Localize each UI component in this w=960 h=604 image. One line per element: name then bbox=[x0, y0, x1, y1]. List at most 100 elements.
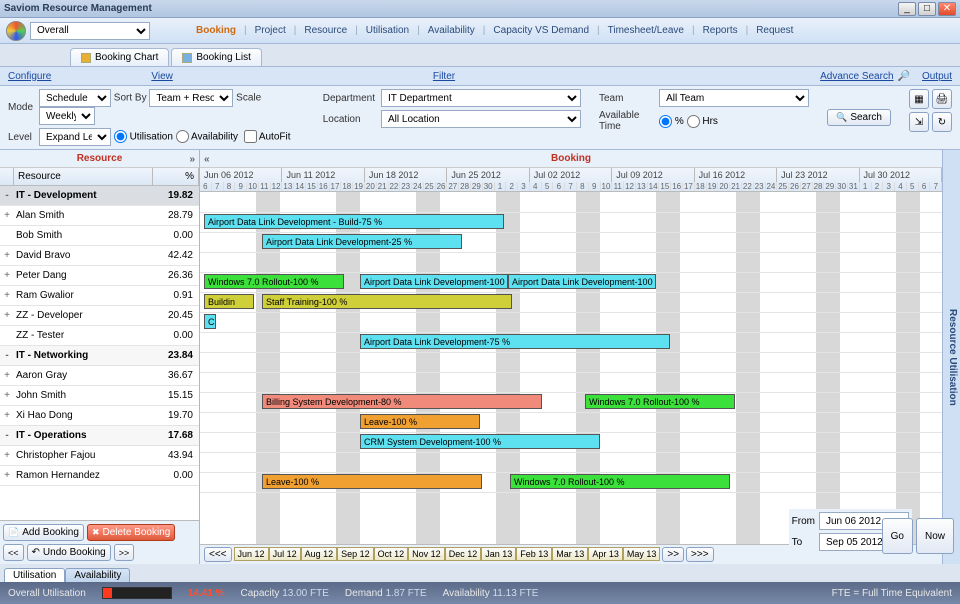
loc-select[interactable]: All Location bbox=[381, 110, 581, 128]
resource-row[interactable]: +Christopher Fajou43.94 bbox=[0, 446, 199, 466]
month-button[interactable]: Aug 12 bbox=[301, 547, 338, 561]
tab-utilisation[interactable]: Utilisation bbox=[4, 568, 65, 582]
close-button[interactable]: ✕ bbox=[938, 2, 956, 16]
adv-search-link[interactable]: Advance Search bbox=[820, 71, 893, 82]
team-select[interactable]: All Team bbox=[659, 89, 809, 107]
expand-icon[interactable]: + bbox=[0, 470, 14, 481]
delete-booking-button[interactable]: Delete Booking bbox=[87, 524, 175, 541]
nav-capacity-vs-demand[interactable]: Capacity VS Demand bbox=[485, 23, 597, 38]
expand-icon[interactable]: - bbox=[0, 190, 14, 201]
booking-bar[interactable]: Billing System Development-80 % bbox=[262, 394, 542, 409]
expand-icon[interactable]: + bbox=[0, 310, 14, 321]
dept-select[interactable]: IT Department bbox=[381, 89, 581, 107]
resource-row[interactable]: +Alan Smith28.79 bbox=[0, 206, 199, 226]
scroll-right-button[interactable]: >> bbox=[114, 544, 135, 561]
search-button[interactable]: Search bbox=[827, 109, 891, 126]
resource-row[interactable]: -IT - Development19.82 bbox=[0, 186, 199, 206]
minimize-button[interactable]: _ bbox=[898, 2, 916, 16]
export-excel-button[interactable]: ▦ bbox=[909, 89, 929, 109]
print-button[interactable]: 🖨 bbox=[932, 89, 952, 109]
resource-row[interactable]: +Peter Dang26.36 bbox=[0, 266, 199, 286]
booking-bar[interactable]: C bbox=[204, 314, 216, 329]
tab-booking-list[interactable]: Booking List bbox=[171, 48, 261, 66]
utilisation-radio[interactable] bbox=[114, 130, 127, 143]
booking-bar[interactable]: Windows 7.0 Rollout-100 % bbox=[585, 394, 735, 409]
nav-booking[interactable]: Booking bbox=[188, 23, 244, 38]
booking-bar[interactable]: Windows 7.0 Rollout-100 % bbox=[510, 474, 730, 489]
booking-bar[interactable]: Leave-100 % bbox=[360, 414, 480, 429]
sortby-select[interactable]: Team + Resource bbox=[149, 89, 233, 107]
month-button[interactable]: Mar 13 bbox=[552, 547, 588, 561]
undo-booking-button[interactable]: Undo Booking bbox=[27, 544, 111, 561]
add-booking-button[interactable]: 📄Add Booking bbox=[3, 524, 84, 541]
tab-availability[interactable]: Availability bbox=[65, 568, 130, 582]
expand-icon[interactable]: - bbox=[0, 430, 14, 441]
month-button[interactable]: Feb 13 bbox=[516, 547, 552, 561]
go-button[interactable]: Go bbox=[882, 518, 913, 554]
booking-bar[interactable]: Airport Data Link Development-100 bbox=[508, 274, 656, 289]
gantt-chart[interactable]: Airport Data Link Development - Build-75… bbox=[200, 192, 942, 544]
resource-row[interactable]: +Ramon Hernandez0.00 bbox=[0, 466, 199, 486]
booking-bar[interactable]: Leave-100 % bbox=[262, 474, 482, 489]
mode-select[interactable]: Schedule bbox=[39, 89, 111, 107]
export-button[interactable]: ⇲ bbox=[909, 112, 929, 132]
resource-row[interactable]: ZZ - Tester0.00 bbox=[0, 326, 199, 346]
nav-request[interactable]: Request bbox=[748, 23, 801, 38]
booking-bar[interactable]: Staff Training-100 % bbox=[262, 294, 512, 309]
col-resource[interactable]: Resource bbox=[14, 168, 153, 185]
months-last[interactable]: >>> bbox=[686, 547, 714, 562]
maximize-button[interactable]: □ bbox=[918, 2, 936, 16]
booking-bar[interactable]: Airport Data Link Development-75 % bbox=[360, 334, 670, 349]
expand-icon[interactable]: + bbox=[0, 390, 14, 401]
month-button[interactable]: Apr 13 bbox=[588, 547, 623, 561]
adv-search-icon[interactable]: 🔎 bbox=[898, 71, 910, 82]
output-link[interactable]: Output bbox=[922, 71, 952, 82]
booking-bar[interactable]: Airport Data Link Development-100 bbox=[360, 274, 508, 289]
nav-utilisation[interactable]: Utilisation bbox=[358, 23, 417, 38]
col-pct[interactable]: % bbox=[153, 168, 199, 185]
month-button[interactable]: Nov 12 bbox=[408, 547, 445, 561]
resource-row[interactable]: +Aaron Gray36.67 bbox=[0, 366, 199, 386]
month-button[interactable]: Dec 12 bbox=[445, 547, 482, 561]
nav-reports[interactable]: Reports bbox=[695, 23, 746, 38]
expand-icon[interactable]: + bbox=[0, 210, 14, 221]
months-next[interactable]: >> bbox=[662, 547, 684, 562]
filter-link[interactable]: Filter bbox=[433, 71, 455, 82]
resource-row[interactable]: +Xi Hao Dong19.70 bbox=[0, 406, 199, 426]
expand-icon[interactable]: - bbox=[0, 350, 14, 361]
resource-row[interactable]: +David Bravo42.42 bbox=[0, 246, 199, 266]
side-tab-resource-utilisation[interactable]: Resource Utilisation bbox=[942, 150, 960, 564]
month-button[interactable]: Jan 13 bbox=[481, 547, 516, 561]
months-first[interactable]: <<< bbox=[204, 547, 232, 562]
booking-bar[interactable]: Airport Data Link Development - Build-75… bbox=[204, 214, 504, 229]
expand-icon[interactable]: + bbox=[0, 410, 14, 421]
nav-project[interactable]: Project bbox=[247, 23, 294, 38]
booking-bar[interactable]: Buildin bbox=[204, 294, 254, 309]
resource-row[interactable]: -IT - Networking23.84 bbox=[0, 346, 199, 366]
collapse-icon[interactable]: » bbox=[189, 154, 195, 165]
configure-link[interactable]: Configure bbox=[8, 71, 51, 82]
scale-select[interactable]: Weekly bbox=[39, 107, 95, 125]
expand-icon[interactable]: + bbox=[0, 450, 14, 461]
month-button[interactable]: Jun 12 bbox=[234, 547, 269, 561]
booking-bar[interactable]: Windows 7.0 Rollout-100 % bbox=[204, 274, 344, 289]
resource-list[interactable]: -IT - Development19.82+Alan Smith28.79Bo… bbox=[0, 186, 199, 520]
overall-select[interactable]: Overall bbox=[30, 22, 150, 40]
resource-row[interactable]: -IT - Operations17.68 bbox=[0, 426, 199, 446]
month-button[interactable]: Jul 12 bbox=[269, 547, 301, 561]
resource-row[interactable]: +Ram Gwalior0.91 bbox=[0, 286, 199, 306]
nav-timesheet-leave[interactable]: Timesheet/Leave bbox=[600, 23, 692, 38]
expand-icon[interactable]: « bbox=[204, 154, 210, 165]
resource-row[interactable]: +ZZ - Developer20.45 bbox=[0, 306, 199, 326]
tab-booking-chart[interactable]: Booking Chart bbox=[70, 48, 169, 66]
nav-resource[interactable]: Resource bbox=[296, 23, 355, 38]
now-button[interactable]: Now bbox=[916, 518, 954, 554]
month-button[interactable]: May 13 bbox=[623, 547, 661, 561]
expand-icon[interactable]: + bbox=[0, 290, 14, 301]
month-button[interactable]: Oct 12 bbox=[374, 547, 409, 561]
resource-row[interactable]: +John Smith15.15 bbox=[0, 386, 199, 406]
autofit-check[interactable] bbox=[244, 130, 257, 143]
nav-availability[interactable]: Availability bbox=[420, 23, 483, 38]
booking-bar[interactable]: CRM System Development-100 % bbox=[360, 434, 600, 449]
level-select[interactable]: Expand Level bbox=[39, 128, 111, 146]
